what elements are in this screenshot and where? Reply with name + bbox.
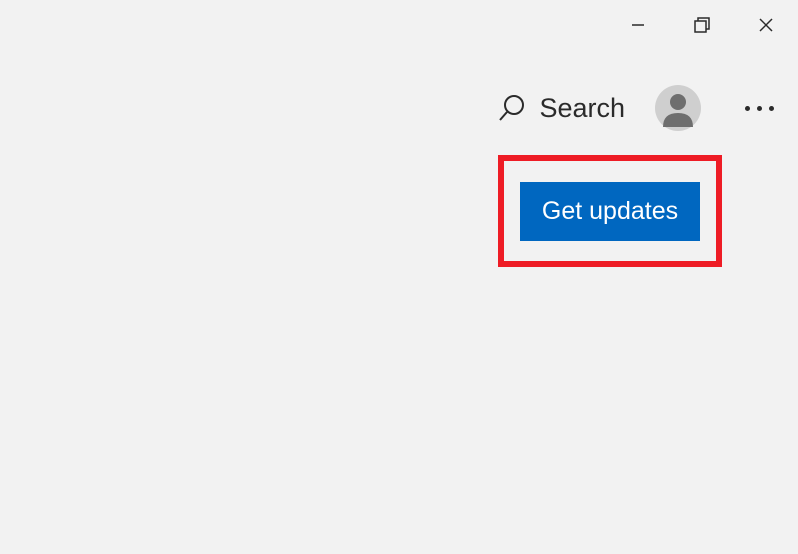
maximize-button[interactable]	[670, 0, 734, 50]
close-icon	[758, 17, 774, 33]
more-icon	[745, 106, 750, 111]
search-icon	[497, 93, 527, 123]
more-menu-button[interactable]	[739, 106, 780, 111]
maximize-icon	[693, 16, 711, 34]
window-controls	[606, 0, 798, 50]
more-icon	[769, 106, 774, 111]
avatar[interactable]	[655, 85, 701, 131]
search-label: Search	[539, 93, 625, 124]
minimize-icon	[631, 18, 645, 32]
get-updates-button[interactable]: Get updates	[520, 182, 700, 241]
toolbar: Search	[497, 85, 780, 131]
more-icon	[757, 106, 762, 111]
highlight-annotation: Get updates	[498, 155, 722, 267]
minimize-button[interactable]	[606, 0, 670, 50]
close-button[interactable]	[734, 0, 798, 50]
person-icon	[655, 85, 701, 131]
search-button[interactable]: Search	[497, 93, 625, 124]
